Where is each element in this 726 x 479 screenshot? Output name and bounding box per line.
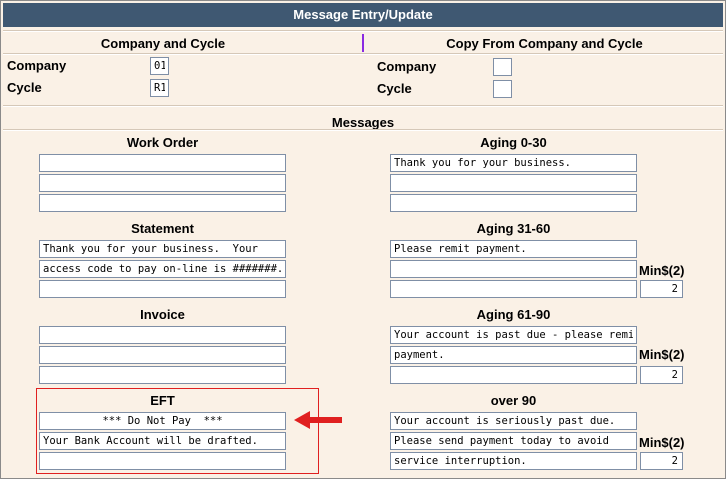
over-90-line-3[interactable]	[390, 452, 637, 470]
work-order-line-1[interactable]	[39, 154, 286, 172]
eft-line-1[interactable]	[39, 412, 286, 430]
aging-0-30-title: Aging 0-30	[480, 135, 547, 150]
aging-0-30-line-2[interactable]	[390, 174, 637, 192]
divider	[3, 53, 723, 55]
statement-line-2[interactable]	[39, 260, 286, 278]
over-90-line-1[interactable]	[390, 412, 637, 430]
statement-line-1[interactable]	[39, 240, 286, 258]
aging-61-90-line-1[interactable]	[390, 326, 637, 344]
work-order-title: Work Order	[126, 135, 199, 150]
aging-31-60-line-2[interactable]	[390, 260, 637, 278]
aging-31-60-line-1[interactable]	[390, 240, 637, 258]
message-entry-window: Message Entry/Update Company and Cycle C…	[0, 0, 726, 479]
aging-31-60-min-label: Min$(2)	[639, 263, 685, 278]
statement-line-3[interactable]	[39, 280, 286, 298]
invoice-line-3[interactable]	[39, 366, 286, 384]
eft-line-2[interactable]	[39, 432, 286, 450]
cycle-label: Cycle	[7, 80, 42, 95]
invoice-line-2[interactable]	[39, 346, 286, 364]
window-title: Message Entry/Update	[3, 3, 723, 27]
copy-cycle-label: Cycle	[377, 81, 412, 96]
aging-31-60-line-3[interactable]	[390, 280, 637, 298]
eft-line-3[interactable]	[39, 452, 286, 470]
aging-0-30-line-1[interactable]	[390, 154, 637, 172]
copy-from-header: Copy From Company and Cycle	[446, 36, 643, 51]
over-90-min-label: Min$(2)	[639, 435, 685, 450]
divider	[3, 105, 723, 107]
company-label: Company	[7, 58, 67, 73]
section-separator	[362, 34, 364, 52]
aging-61-90-line-2[interactable]	[390, 346, 637, 364]
invoice-line-1[interactable]	[39, 326, 286, 344]
aging-61-90-min-label: Min$(2)	[639, 347, 685, 362]
messages-header: Messages	[331, 115, 395, 130]
over-90-min-input[interactable]	[640, 452, 683, 470]
work-order-line-2[interactable]	[39, 174, 286, 192]
aging-61-90-title: Aging 61-90	[476, 307, 551, 322]
over-90-line-2[interactable]	[390, 432, 637, 450]
statement-title: Statement	[131, 221, 194, 236]
work-order-line-3[interactable]	[39, 194, 286, 212]
aging-61-90-line-3[interactable]	[390, 366, 637, 384]
company-input[interactable]	[150, 57, 169, 75]
aging-31-60-title: Aging 31-60	[476, 221, 551, 236]
divider	[3, 129, 723, 131]
cycle-input[interactable]	[150, 79, 169, 97]
company-cycle-header: Company and Cycle	[100, 36, 226, 51]
aging-31-60-min-input[interactable]	[640, 280, 683, 298]
copy-company-input[interactable]	[493, 58, 512, 76]
divider	[3, 30, 723, 32]
aging-0-30-line-3[interactable]	[390, 194, 637, 212]
copy-company-label: Company	[377, 59, 437, 74]
invoice-title: Invoice	[140, 307, 185, 322]
aging-61-90-min-input[interactable]	[640, 366, 683, 384]
copy-cycle-input[interactable]	[493, 80, 512, 98]
over-90-title: over 90	[490, 393, 537, 408]
eft-title: EFT	[150, 393, 175, 408]
left-arrow-icon	[294, 411, 342, 429]
